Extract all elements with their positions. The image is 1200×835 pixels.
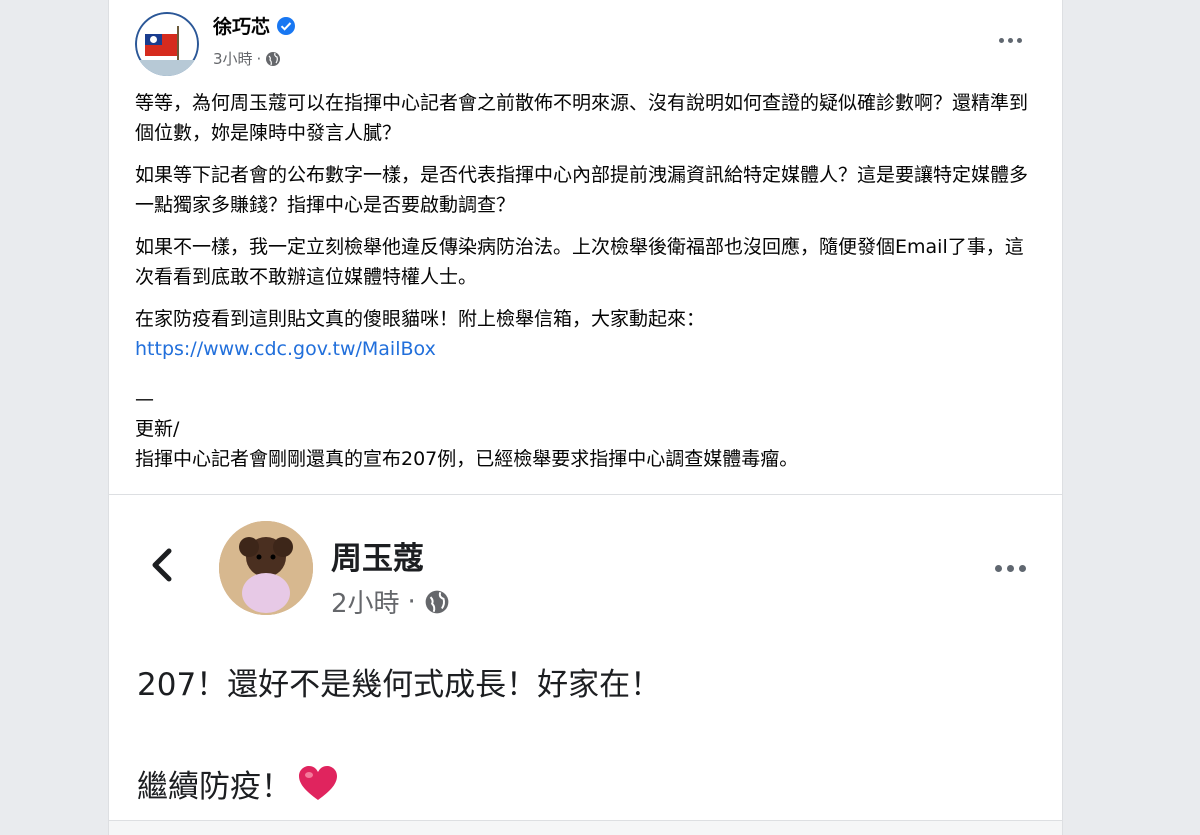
dog-avatar-icon: [219, 521, 313, 615]
more-options-button[interactable]: [999, 38, 1022, 43]
meta-separator: ·: [256, 49, 262, 68]
post-time[interactable]: 3小時: [213, 48, 253, 69]
heart-emoji-icon: [299, 765, 337, 800]
dot-icon: [1007, 565, 1014, 572]
dot-icon: [1017, 38, 1022, 43]
post-paragraph: 等等，為何周玉蔻可以在指揮中心記者會之前散佈不明來源、沒有說明如何查證的疑似確診…: [135, 92, 1029, 144]
dot-icon: [1008, 38, 1013, 43]
update-text: 指揮中心記者會剛剛還真的宣布207例，已經檢舉要求指揮中心調查媒體毒瘤。: [135, 448, 799, 470]
dot-icon: [999, 38, 1004, 43]
globe-icon: [425, 590, 449, 613]
post-dash: —: [135, 388, 154, 410]
embedded-screenshot[interactable]: 周玉蔻 2小時 · 207！還好不是幾何式成長！好家在！ 繼續防疫！: [109, 495, 1062, 835]
embedded-time: 2小時: [331, 589, 400, 619]
meta-separator: ·: [407, 586, 416, 617]
post-paragraph: 如果不一樣，我一定立刻檢舉他違反傳染病防治法。上次檢舉後衛福部也沒回應，隨便發個…: [135, 236, 1024, 288]
embedded-more-options-icon: [995, 565, 1026, 572]
embedded-text-line: 207！還好不是幾何式成長！好家在！: [137, 667, 662, 703]
embedded-author-name: 周玉蔻: [331, 541, 424, 577]
post-paragraph: 在家防疫看到這則貼文真的傻眼貓咪！附上檢舉信箱，大家動起來：: [135, 308, 706, 330]
post-card: 徐巧芯 3小時 · 等等，為何周玉蔻可以在指揮中心記者會之前散佈不明來源、沒有說…: [108, 0, 1063, 835]
embedded-meta: 2小時 ·: [331, 583, 450, 620]
back-arrow-icon: [152, 548, 172, 582]
flag-avatar-icon: [135, 12, 199, 76]
embedded-author-avatar: [219, 521, 313, 615]
globe-icon: [266, 51, 281, 66]
verified-badge-icon: [277, 16, 296, 35]
post-meta: 3小時 ·: [213, 48, 281, 69]
author-header: 徐巧芯: [213, 12, 296, 39]
author-name[interactable]: 徐巧芯: [213, 12, 270, 39]
post-body: 等等，為何周玉蔻可以在指揮中心記者會之前散佈不明來源、沒有說明如何查證的疑似確診…: [135, 88, 1035, 474]
post-paragraph: 如果等下記者會的公布數字一樣，是否代表指揮中心內部提前洩漏資訊給特定媒體人？這是…: [135, 164, 1029, 216]
author-avatar[interactable]: [135, 12, 199, 76]
post-paragraph-with-link: 在家防疫看到這則貼文真的傻眼貓咪！附上檢舉信箱，大家動起來： https://w…: [135, 304, 1035, 364]
dot-icon: [995, 565, 1002, 572]
mailbox-link[interactable]: https://www.cdc.gov.tw/MailBox: [135, 338, 436, 360]
screenshot-bottom-edge: [109, 820, 1062, 835]
dot-icon: [1019, 565, 1026, 572]
embedded-text-line: 繼續防疫！: [137, 769, 292, 805]
update-label: 更新/: [135, 418, 180, 440]
embedded-text-line-with-heart: 繼續防疫！: [137, 761, 338, 806]
